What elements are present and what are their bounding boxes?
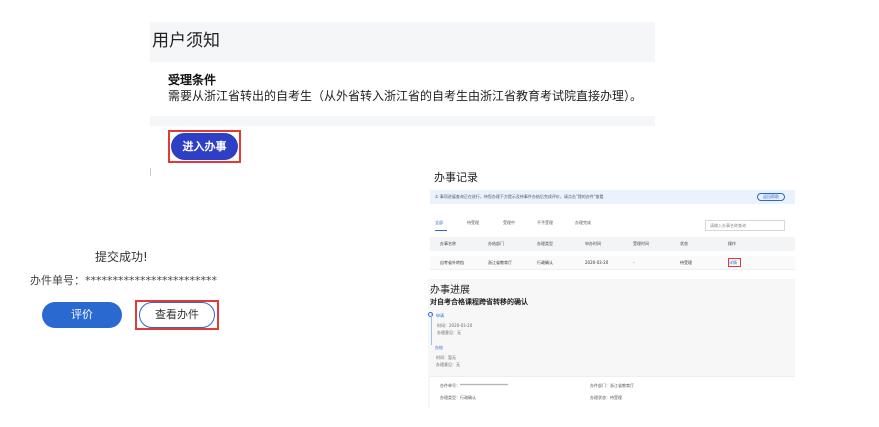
notice-header: [150, 22, 655, 62]
col-header: 办结部门: [488, 241, 504, 246]
active-tab-indicator: [435, 230, 447, 231]
tab-processing[interactable]: 受理中: [503, 220, 515, 226]
records-notice: ① 事项进展查询正在进行，待您办理下方提示及待事件办结后完成评价，请点击"我的办…: [430, 190, 795, 204]
help-button[interactable]: 返回帮助: [757, 193, 785, 201]
col-header: 办理类型: [537, 241, 553, 246]
highlight-frame: [728, 258, 741, 267]
col-header: 办事名称: [440, 241, 456, 246]
info-status: 办理状态：待受理: [590, 395, 622, 400]
col-header: 受理时间: [633, 241, 649, 246]
divider: [150, 168, 151, 176]
progress-subtitle: 对自考合格课程跨省转移的确认: [430, 298, 528, 306]
tab-all[interactable]: 全部: [435, 220, 443, 226]
col-header: 状态: [680, 241, 688, 246]
tab-completed[interactable]: 办理完成: [575, 220, 591, 226]
col-header: 操作: [728, 241, 736, 246]
rate-button[interactable]: 评价: [42, 302, 122, 328]
tab-pending[interactable]: 待受理: [467, 220, 479, 226]
view-order-button[interactable]: 查看办件: [139, 302, 215, 328]
progress-step: 申请 时间：2020-03-20 办理意见：无: [431, 313, 541, 345]
step-opinion: 办理意见：无: [437, 330, 461, 335]
step-opinion: 办理意见：无: [436, 362, 460, 367]
step-time: 时间：暂无: [436, 355, 456, 360]
records-table-header: 办事名称 办结部门 办理类型 申办时间 受理时间 状态 操作: [430, 237, 795, 251]
enter-service-button[interactable]: 进入办事: [171, 133, 238, 160]
table-cell: -: [633, 260, 635, 265]
table-cell: 待受理: [680, 260, 692, 265]
progress-title: 办事进展: [430, 285, 470, 296]
tab-rejected[interactable]: 不予受理: [537, 220, 553, 226]
col-header: 申办时间: [585, 241, 601, 246]
table-cell: 2020-03-20: [585, 260, 609, 265]
notice-title: 用户须知: [152, 31, 220, 51]
submit-success-text: 提交成功!: [95, 250, 148, 264]
notice-footer-band: [150, 116, 655, 126]
table-cell: 自考省外转档: [440, 260, 464, 265]
table-cell: 浙江省教育厅: [488, 260, 512, 265]
progress-info: 办件单号：************************ 办件部门：浙江省教育…: [430, 376, 795, 407]
notice-description: 需要从浙江省转出的自考生（从外省转入浙江省的自考生由浙江省教育考试院直接办理）。: [168, 89, 643, 103]
order-number: 办件单号：************************: [30, 274, 217, 287]
info-type: 办理类型：行政确认: [440, 395, 476, 400]
step-time: 时间：2020-03-20: [437, 323, 473, 328]
step-title: 申请: [436, 313, 444, 318]
records-title: 办事记录: [434, 171, 478, 184]
progress-step: 办结 时间：暂无 办理意见：无: [431, 345, 541, 370]
table-cell: 行政确认: [537, 260, 553, 265]
info-order-no: 办件单号：************************: [440, 383, 508, 388]
step-title: 办结: [435, 345, 443, 350]
info-dept: 办件部门：浙江省教育厅: [590, 383, 634, 388]
notice-subtitle: 受理条件: [168, 73, 217, 87]
records-search-input[interactable]: 请输入办事名称查询: [705, 220, 785, 231]
